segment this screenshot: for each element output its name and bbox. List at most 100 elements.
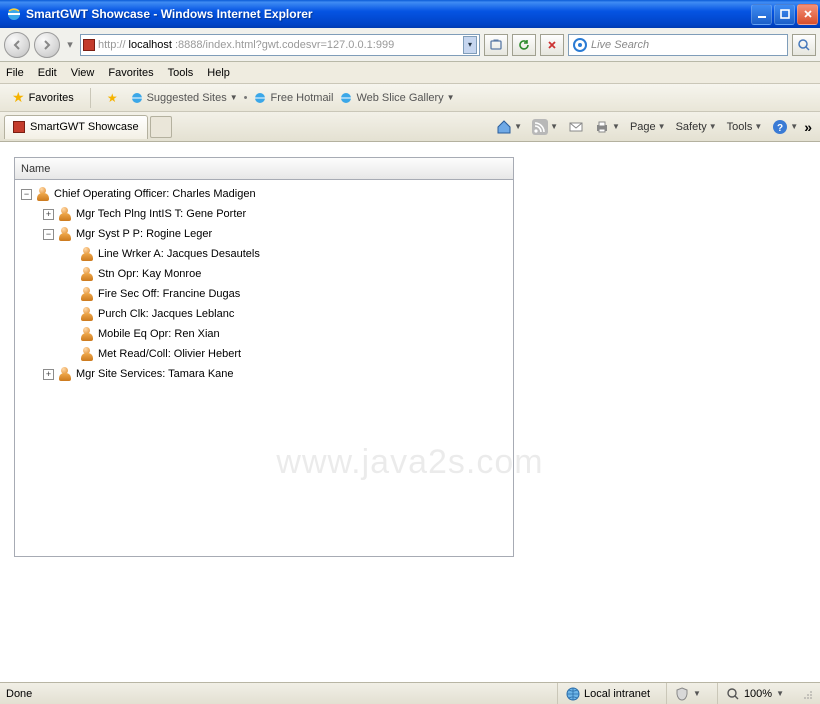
protected-mode[interactable]: ▼ <box>666 683 709 704</box>
refresh-button[interactable] <box>512 34 536 56</box>
tools-menu[interactable]: Tools ▼ <box>723 119 767 135</box>
menu-bar: File Edit View Favorites Tools Help <box>0 62 820 84</box>
command-bar: ▼ ▼ ▼ Page ▼ Safety ▼ Tools ▼ ?▼ » <box>492 117 816 137</box>
menu-tools[interactable]: Tools <box>168 67 194 79</box>
nav-history-dropdown[interactable]: ▾ <box>64 32 76 58</box>
star-icon: ★ <box>12 89 25 106</box>
zoom-control[interactable]: 100% ▼ <box>717 683 792 704</box>
ie-small-icon <box>253 91 267 105</box>
feeds-button[interactable]: ▼ <box>528 117 562 137</box>
address-bar[interactable]: http://localhost:8888/index.html?gwt.cod… <box>80 34 480 56</box>
node-label: Fire Sec Off: Francine Dugas <box>98 288 240 300</box>
navigation-toolbar: ▾ http://localhost:8888/index.html?gwt.c… <box>0 28 820 62</box>
forward-button[interactable] <box>34 32 60 58</box>
search-placeholder: Live Search <box>591 39 649 51</box>
browser-tab[interactable]: SmartGWT Showcase <box>4 115 148 139</box>
menu-favorites[interactable]: Favorites <box>108 67 153 79</box>
search-box[interactable]: Live Search <box>568 34 788 56</box>
url-scheme: http:// <box>98 39 126 51</box>
expand-icon[interactable]: + <box>43 369 54 380</box>
tab-favicon-icon <box>13 121 25 133</box>
chevron-down-icon: ▼ <box>447 93 455 102</box>
collapse-icon[interactable]: − <box>21 189 32 200</box>
stop-button[interactable] <box>540 34 564 56</box>
tree-node[interactable]: + Mgr Site Services: Tamara Kane <box>15 364 513 384</box>
security-zone[interactable]: Local intranet <box>557 683 658 704</box>
tree-node[interactable]: − Mgr Syst P P: Rogine Leger <box>15 224 513 244</box>
help-icon: ? <box>772 119 788 135</box>
zoom-value: 100% <box>744 688 772 700</box>
person-icon <box>36 187 50 201</box>
page-menu[interactable]: Page ▼ <box>626 119 670 135</box>
safety-label: Safety <box>676 121 707 133</box>
person-icon <box>80 327 94 341</box>
window-title: SmartGWT Showcase - Windows Internet Exp… <box>26 7 751 21</box>
tree-node-leaf[interactable]: Purch Clk: Jacques Leblanc <box>15 304 513 324</box>
add-favorite-button[interactable]: ★ <box>101 89 124 107</box>
window-titlebar: SmartGWT Showcase - Windows Internet Exp… <box>0 0 820 28</box>
tab-command-bar: SmartGWT Showcase ▼ ▼ ▼ Page ▼ Safety ▼ … <box>0 112 820 142</box>
employee-tree-grid: Name − Chief Operating Officer: Charles … <box>14 157 514 557</box>
person-icon <box>80 347 94 361</box>
overflow-button[interactable]: » <box>804 119 812 135</box>
webslice-label: Web Slice Gallery <box>356 92 443 104</box>
chevron-down-icon: ▼ <box>230 93 238 102</box>
search-go-button[interactable] <box>792 34 816 56</box>
status-text: Done <box>6 688 32 700</box>
tree-node[interactable]: + Mgr Tech Plng IntIS T: Gene Porter <box>15 204 513 224</box>
new-tab-button[interactable] <box>150 116 172 138</box>
collapse-icon[interactable]: − <box>43 229 54 240</box>
node-label: Purch Clk: Jacques Leblanc <box>98 308 234 320</box>
node-label: Stn Opr: Kay Monroe <box>98 268 201 280</box>
tree-header-name[interactable]: Name <box>15 158 513 180</box>
person-icon <box>58 367 72 381</box>
home-button[interactable]: ▼ <box>492 117 526 137</box>
hotmail-label: Free Hotmail <box>270 92 333 104</box>
mail-icon <box>568 119 584 135</box>
read-mail-button[interactable] <box>564 117 588 137</box>
print-button[interactable]: ▼ <box>590 117 624 137</box>
url-path: :8888/index.html?gwt.codesvr=127.0.0.1:9… <box>175 39 394 51</box>
suggested-sites-link[interactable]: Suggested Sites ▼ <box>130 91 238 105</box>
person-icon <box>80 267 94 281</box>
tree-node-leaf[interactable]: Mobile Eq Opr: Ren Xian <box>15 324 513 344</box>
minimize-button[interactable] <box>751 4 772 25</box>
resize-grip-icon[interactable] <box>800 687 814 701</box>
node-label: Chief Operating Officer: Charles Madigen <box>54 188 256 200</box>
tree-node-root[interactable]: − Chief Operating Officer: Charles Madig… <box>15 184 513 204</box>
person-icon <box>80 287 94 301</box>
menu-view[interactable]: View <box>71 67 95 79</box>
maximize-button[interactable] <box>774 4 795 25</box>
person-icon <box>58 227 72 241</box>
tree-node-leaf[interactable]: Line Wrker A: Jacques Desautels <box>15 244 513 264</box>
menu-file[interactable]: File <box>6 67 24 79</box>
tree-node-leaf[interactable]: Stn Opr: Kay Monroe <box>15 264 513 284</box>
menu-edit[interactable]: Edit <box>38 67 57 79</box>
url-host: localhost <box>129 39 172 51</box>
tree-node-leaf[interactable]: Met Read/Coll: Olivier Hebert <box>15 344 513 364</box>
person-icon <box>80 307 94 321</box>
free-hotmail-link[interactable]: Free Hotmail <box>253 91 333 105</box>
back-button[interactable] <box>4 32 30 58</box>
tools-label: Tools <box>727 121 753 133</box>
node-label: Mgr Site Services: Tamara Kane <box>76 368 234 380</box>
tree-node-leaf[interactable]: Fire Sec Off: Francine Dugas <box>15 284 513 304</box>
address-dropdown[interactable]: ▾ <box>463 36 477 54</box>
print-icon <box>594 119 610 135</box>
magnifier-icon <box>726 687 740 701</box>
close-button[interactable] <box>797 4 818 25</box>
favorites-label: Favorites <box>29 92 74 104</box>
menu-help[interactable]: Help <box>207 67 230 79</box>
node-label: Met Read/Coll: Olivier Hebert <box>98 348 241 360</box>
node-label: Mobile Eq Opr: Ren Xian <box>98 328 220 340</box>
expand-icon[interactable]: + <box>43 209 54 220</box>
favorites-button[interactable]: ★ Favorites <box>6 87 80 108</box>
svg-text:?: ? <box>777 123 783 134</box>
safety-menu[interactable]: Safety ▼ <box>672 119 721 135</box>
ie-small-icon <box>130 91 144 105</box>
web-slice-gallery-link[interactable]: Web Slice Gallery ▼ <box>339 91 454 105</box>
help-button[interactable]: ?▼ <box>768 117 802 137</box>
site-favicon-icon <box>83 39 95 51</box>
compatibility-view-button[interactable] <box>484 34 508 56</box>
ie-logo-icon <box>6 6 22 22</box>
